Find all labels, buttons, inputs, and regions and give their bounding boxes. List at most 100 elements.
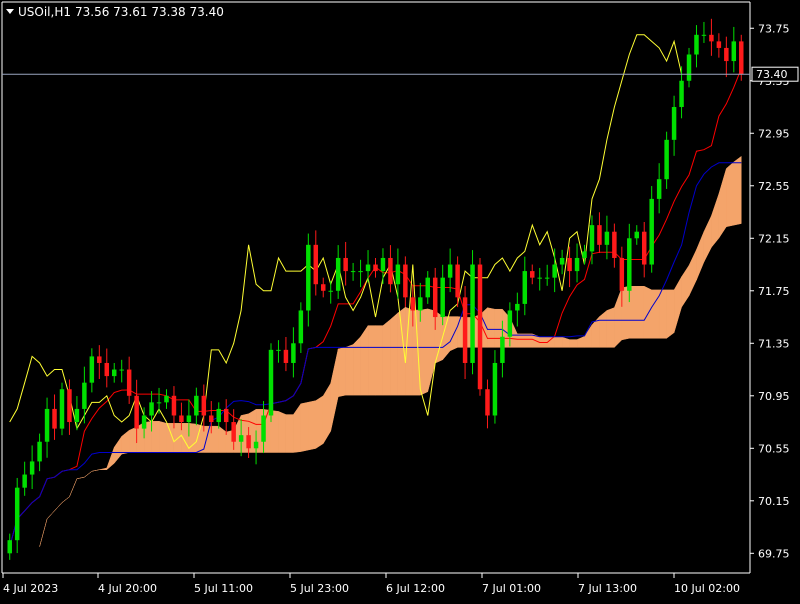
kumo-segment [352, 336, 361, 396]
candle-body [156, 402, 162, 404]
candle-body [380, 257, 386, 272]
candle-body [52, 408, 57, 429]
kumo-segment [629, 286, 638, 339]
candle-body [664, 139, 669, 180]
candle-body [403, 264, 408, 298]
candle-body [470, 264, 475, 363]
candle-body [119, 369, 124, 371]
candle-body [328, 290, 333, 292]
candle-body [567, 257, 572, 272]
candle-body [179, 415, 184, 423]
kumo-segment [203, 425, 212, 453]
candle-body [149, 402, 154, 416]
candle-body [209, 415, 214, 423]
candle-body [634, 231, 640, 239]
candle-body [694, 34, 699, 55]
candle-body [164, 395, 169, 403]
ohlc-values: 73.56 73.61 73.38 73.40 [75, 5, 224, 19]
candle-body [492, 362, 498, 416]
candle-body [574, 257, 580, 272]
kumo-segment [300, 401, 309, 452]
kumo-segment [434, 310, 443, 364]
kumo-segment [128, 426, 137, 453]
candle-body [627, 238, 632, 291]
candle-body [559, 257, 565, 265]
candle-body [686, 54, 692, 81]
x-tick-label: 5 Jul 23:00 [290, 582, 349, 595]
kumo-segment [270, 410, 279, 453]
candle-body [597, 225, 602, 245]
chart-header: USOil,H1 73.56 73.61 73.38 73.40 [6, 5, 224, 19]
y-tick-label: 70.55 [758, 442, 790, 455]
x-tick-label: 4 Jul 20:00 [98, 582, 157, 595]
kumo-segment [599, 309, 608, 348]
kumo-segment [666, 289, 675, 339]
kumo-segment [390, 312, 399, 396]
candle-body [432, 277, 438, 318]
candle-body [291, 343, 296, 363]
candle-body [395, 264, 401, 285]
candle-body [216, 408, 221, 423]
y-tick-label: 72.95 [758, 127, 790, 140]
candle-body [500, 336, 505, 363]
candle-body [522, 271, 528, 304]
candle-body [716, 41, 722, 48]
kumo-segment [367, 325, 376, 396]
kumo-segment [636, 286, 645, 339]
candle-body [544, 277, 550, 279]
candle-body [306, 244, 311, 311]
candle-body [552, 264, 557, 278]
kumo-segment [606, 307, 615, 348]
candle-body [515, 303, 520, 311]
chart-area[interactable]: 73.7573.3572.9572.5572.1571.7571.3570.95… [0, 0, 800, 600]
candlestick-chart[interactable]: 73.7573.3572.9572.5572.1571.7571.3570.95… [0, 0, 800, 600]
candle-body [373, 264, 378, 272]
candle-body [530, 271, 535, 278]
candle-body [7, 540, 12, 554]
candle-body [447, 264, 453, 278]
candle-body [201, 395, 207, 416]
candle-body [440, 277, 445, 318]
kumo-segment [375, 325, 384, 396]
candle-body [410, 297, 416, 311]
candle-body [358, 271, 363, 273]
kumo-segment [285, 414, 294, 453]
candle-body [462, 297, 468, 363]
candle-body [649, 198, 654, 265]
candle-body [194, 395, 199, 416]
candle-body [74, 408, 80, 423]
kumo-segment [188, 423, 197, 453]
candle-body [418, 297, 423, 311]
y-tick-label: 72.15 [758, 232, 790, 245]
x-tick-label: 5 Jul 11:00 [194, 582, 253, 595]
candle-body [612, 231, 617, 258]
candle-body [253, 441, 259, 449]
candle-body [350, 271, 356, 273]
x-tick-label: 10 Jul 02:00 [674, 582, 740, 595]
kumo-segment [643, 285, 652, 339]
candle-body [604, 231, 610, 245]
candle-body [537, 277, 542, 279]
candle-body [343, 257, 348, 272]
candle-body [89, 356, 95, 383]
candle-body [582, 251, 587, 258]
candle-body [171, 395, 177, 416]
candle-body [22, 474, 27, 488]
candle-body [29, 461, 35, 475]
candle-body [261, 415, 266, 442]
candle-body [321, 284, 326, 291]
candle-body [14, 487, 20, 541]
candle-body [388, 257, 393, 285]
y-tick-label: 70.95 [758, 390, 790, 403]
kumo-segment [360, 324, 369, 396]
candle-body [365, 264, 371, 272]
kumo-segment [158, 420, 167, 453]
x-tick-label: 6 Jul 12:00 [386, 582, 445, 595]
candle-body [656, 179, 662, 199]
kumo-segment [345, 344, 354, 396]
candle-body [739, 41, 744, 75]
candle-body [126, 369, 132, 396]
kumo-segment [420, 308, 429, 396]
y-tick-label: 69.75 [758, 547, 790, 560]
y-tick-label: 70.15 [758, 495, 790, 508]
